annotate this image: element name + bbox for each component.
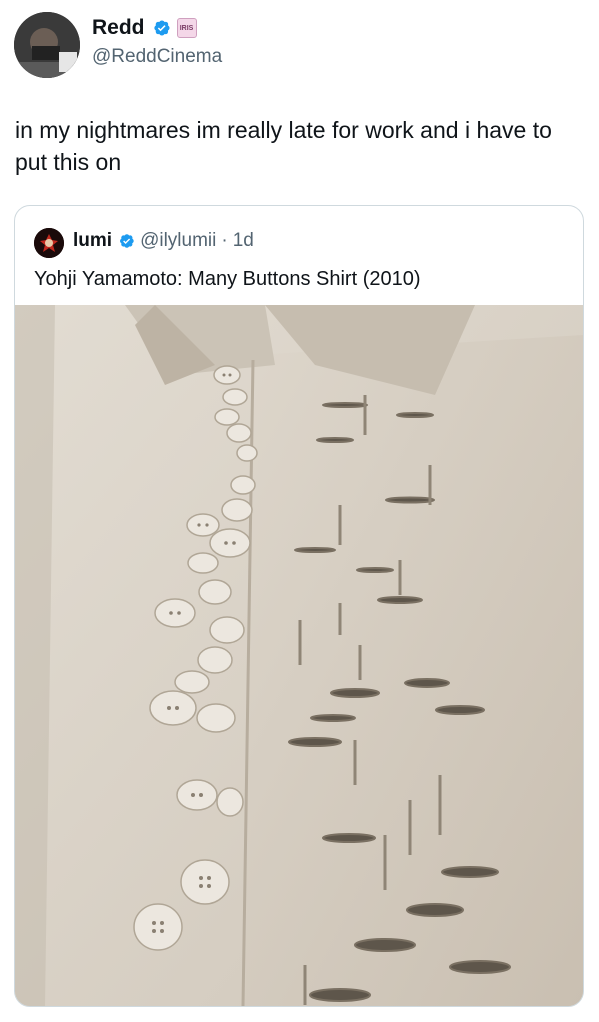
quoted-tweet-card[interactable]: lumi @ilylumii · 1d Yohji Yamamoto: Many…: [14, 205, 584, 1007]
author-name-row[interactable]: Redd IRIS: [92, 16, 197, 40]
quoted-tweet-text: Yohji Yamamoto: Many Buttons Shirt (2010…: [34, 268, 421, 290]
shirt-photo[interactable]: [15, 305, 583, 1006]
quoted-author-avatar[interactable]: [34, 228, 64, 258]
author-avatar[interactable]: [14, 12, 80, 78]
verified-badge-icon[interactable]: [151, 18, 171, 38]
quoted-header: lumi @ilylumii · 1d: [73, 230, 254, 252]
shirt-illustration: [15, 305, 583, 1006]
author-name[interactable]: Redd: [92, 16, 145, 40]
quoted-author-handle[interactable]: @ilylumii: [140, 230, 216, 252]
tweet-text: in my nightmares im really late for work…: [15, 117, 552, 175]
affiliate-badge-icon[interactable]: IRIS: [176, 18, 197, 38]
quoted-author-name[interactable]: lumi: [73, 230, 112, 252]
separator-dot: ·: [221, 230, 228, 251]
author-handle[interactable]: @ReddCinema: [92, 46, 222, 68]
verified-badge-icon[interactable]: [117, 232, 135, 250]
quoted-timestamp[interactable]: 1d: [233, 230, 254, 252]
